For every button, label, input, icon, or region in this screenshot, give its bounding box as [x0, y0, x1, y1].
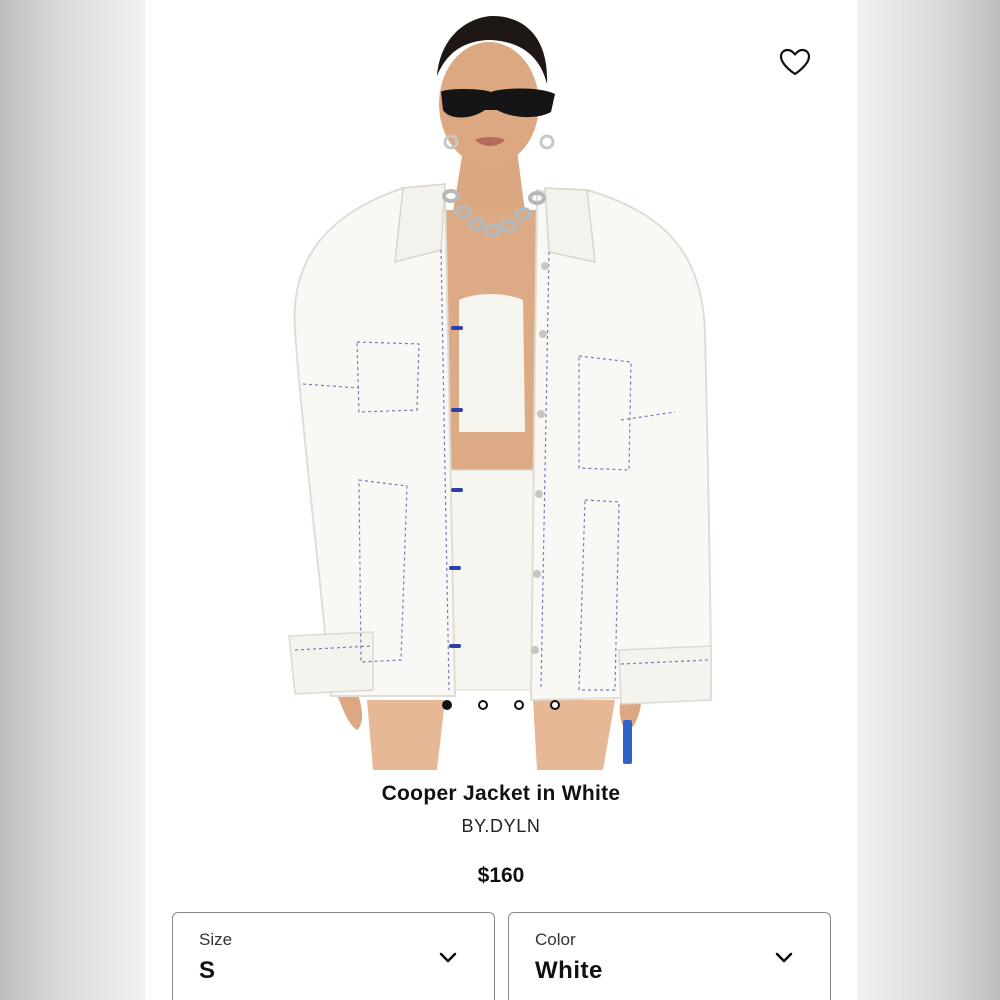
gallery-dot-1[interactable] [442, 700, 452, 710]
product-price: $160 [477, 864, 525, 887]
background-left-blur [0, 0, 145, 1000]
product-title: Cooper Jacket in White [381, 782, 621, 805]
chevron-down-icon [775, 952, 793, 963]
color-select-label: Color [535, 930, 576, 949]
color-select[interactable]: Color White [508, 912, 831, 1000]
chevron-down-icon [439, 952, 457, 963]
product-page: Cooper Jacket in White BY.DYLN $160 Size… [145, 0, 857, 1000]
heart-icon [779, 48, 811, 76]
size-select-value: S [199, 957, 216, 984]
product-photo[interactable] [145, 0, 857, 770]
gallery-pagination [145, 700, 857, 710]
gallery-dot-4[interactable] [550, 700, 560, 710]
size-select[interactable]: Size S [172, 912, 495, 1000]
wishlist-button[interactable] [775, 44, 815, 80]
gallery-dot-2[interactable] [478, 700, 488, 710]
product-brand[interactable]: BY.DYLN [145, 816, 857, 837]
color-select-value: White [535, 957, 603, 984]
background-right-blur [857, 0, 1000, 1000]
gallery-dot-3[interactable] [514, 700, 524, 710]
size-select-label: Size [199, 930, 233, 949]
